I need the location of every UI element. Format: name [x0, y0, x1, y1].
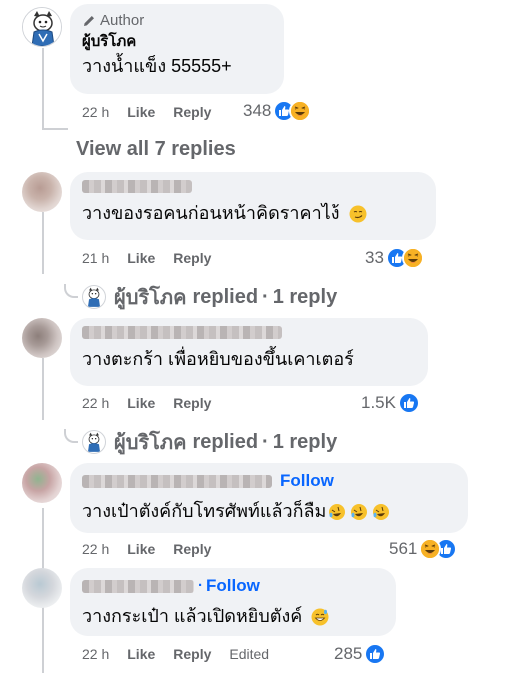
comment-time[interactable]: 21 h: [82, 250, 109, 266]
haha-icon: [419, 538, 442, 560]
comment-text: วางของรอคนก่อนหน้าคิดราคาไง้: [82, 201, 424, 225]
comment-text: วางตะกร้า เพื่อหยิบของขึ้นเคาเตอร์: [82, 349, 354, 369]
comment-text-content: วางเป๋าตังค์กับโทรศัพท์แล้วก็ลืม: [82, 501, 327, 521]
reaction-count: 1.5K: [361, 393, 396, 412]
comment-bubble[interactable]: วางของรอคนก่อนหน้าคิดราคาไง้: [70, 172, 436, 240]
thread-curve: [64, 284, 78, 298]
thread-line: [42, 48, 44, 130]
reaction-count: 348: [243, 101, 272, 120]
cartoon-avatar-icon: [23, 8, 61, 46]
view-all-replies-link[interactable]: View all 7 replies: [76, 138, 236, 161]
reaction-summary[interactable]: 561: [389, 538, 458, 560]
reply-button[interactable]: Reply: [173, 104, 211, 120]
haha-icon: [401, 247, 424, 269]
reaction-summary[interactable]: 1.5K: [361, 392, 420, 414]
edited-label[interactable]: Edited: [229, 646, 269, 662]
reply-summary[interactable]: ผู้บริโภค replied · 1 reply: [64, 281, 337, 313]
rofl-emoji-icon: [329, 504, 390, 521]
like-button[interactable]: Like: [127, 395, 155, 411]
comment-time[interactable]: 22 h: [82, 395, 109, 411]
reply-button[interactable]: Reply: [173, 250, 211, 266]
commenter-name[interactable]: · Follow: [82, 576, 384, 596]
blurred-name: [82, 579, 194, 593]
cartoon-avatar-icon: [87, 432, 101, 452]
like-button[interactable]: Like: [127, 646, 155, 662]
blurred-name: [82, 474, 272, 488]
avatar[interactable]: [22, 318, 62, 358]
reply-summary[interactable]: ผู้บริโภค replied · 1 reply: [64, 426, 337, 458]
thread-curve: [64, 429, 78, 443]
comment-time[interactable]: 22 h: [82, 541, 109, 557]
comment-text-content: วางกระเป๋า แล้วเปิดหยิบตังค์: [82, 606, 303, 626]
replied-label: replied: [192, 430, 259, 453]
thread-line: [42, 128, 68, 130]
comment-bubble[interactable]: · Follow วางกระเป๋า แล้วเปิดหยิบตังค์: [70, 568, 396, 636]
reply-author-name: ผู้บริโภค: [114, 432, 187, 454]
like-button[interactable]: Like: [127, 104, 155, 120]
comment-actions: 21 h Like Reply: [82, 250, 229, 266]
pencil-icon: [84, 16, 94, 26]
reaction-summary[interactable]: 285: [334, 643, 387, 665]
like-icon: [397, 392, 420, 414]
author-badge-label: Author: [100, 12, 145, 29]
like-icon: [364, 643, 387, 665]
comment-actions: 22 h Like Reply Edited: [82, 646, 269, 662]
avatar[interactable]: [22, 568, 62, 608]
avatar[interactable]: [22, 172, 62, 212]
commenter-name[interactable]: [82, 180, 424, 193]
reply-button[interactable]: Reply: [173, 395, 211, 411]
comment-text-content: วางของรอคนก่อนหน้าคิดราคาไง้: [82, 203, 340, 223]
follow-button[interactable]: Follow: [280, 471, 334, 491]
comment-bubble[interactable]: Author ผู้บริโภค วางน้ำแข็ง 55555+: [70, 4, 284, 94]
thread-line: [42, 358, 44, 420]
separator-dot: ·: [198, 577, 203, 594]
reaction-count: 561: [389, 539, 418, 558]
separator-dot: ·: [262, 430, 269, 453]
blurred-name: [82, 180, 192, 193]
reply-button[interactable]: Reply: [173, 646, 211, 662]
comment-text: วางเป๋าตังค์กับโทรศัพท์แล้วก็ลืม: [82, 499, 456, 523]
like-button[interactable]: Like: [127, 250, 155, 266]
reply-count: 1 reply: [272, 285, 338, 308]
blurred-name: [82, 326, 282, 339]
haha-icon: [289, 100, 312, 122]
cartoon-avatar-icon: [87, 287, 101, 307]
comment-text: วางกระเป๋า แล้วเปิดหยิบตังค์: [82, 604, 384, 628]
follow-button[interactable]: Follow: [206, 576, 260, 596]
reply-button[interactable]: Reply: [173, 541, 211, 557]
comment-actions: 22 h Like Reply: [82, 395, 229, 411]
small-avatar: [82, 430, 106, 454]
reply-count: 1 reply: [272, 430, 338, 453]
author-badge: Author: [82, 12, 272, 30]
avatar[interactable]: [22, 7, 62, 47]
comment-actions: 22 h Like Reply: [82, 541, 229, 557]
reply-author-name: ผู้บริโภค: [114, 287, 187, 309]
commenter-name[interactable]: [82, 326, 416, 339]
comment-actions: 22 h Like Reply: [82, 104, 229, 120]
grin-sweat-emoji-icon: [311, 608, 329, 626]
like-button[interactable]: Like: [127, 541, 155, 557]
commenter-name[interactable]: Follow: [82, 471, 456, 491]
replied-label: replied: [192, 285, 259, 308]
smirk-emoji-icon: [349, 205, 367, 223]
comment-bubble[interactable]: วางตะกร้า เพื่อหยิบของขึ้นเคาเตอร์: [70, 318, 428, 386]
small-avatar: [82, 285, 106, 309]
reaction-count: 285: [334, 644, 363, 663]
comment-bubble[interactable]: Follow วางเป๋าตังค์กับโทรศัพท์แล้วก็ลืม: [70, 463, 468, 533]
reaction-summary[interactable]: 33: [365, 247, 424, 269]
comment-time[interactable]: 22 h: [82, 104, 109, 120]
thread-line: [42, 212, 44, 274]
comment-time[interactable]: 22 h: [82, 646, 109, 662]
reaction-count: 33: [365, 248, 384, 267]
reaction-summary[interactable]: 348: [243, 100, 312, 122]
commenter-name[interactable]: ผู้บริโภค: [82, 32, 272, 52]
avatar[interactable]: [22, 463, 62, 503]
comment-text: วางน้ำแข็ง 55555+: [82, 56, 232, 76]
separator-dot: ·: [262, 285, 269, 308]
